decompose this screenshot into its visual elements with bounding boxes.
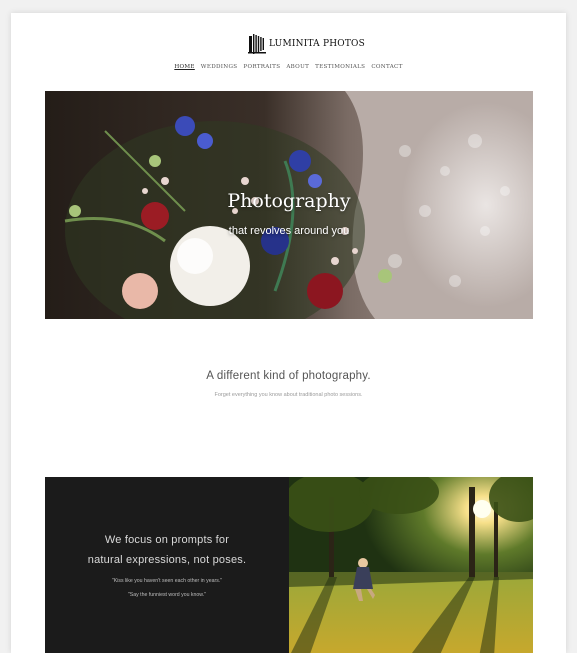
hero-subtitle: that revolves around you (228, 225, 350, 237)
park-photo-image (289, 477, 533, 653)
hero-banner: Photography that revolves around you (45, 91, 533, 319)
nav-item-about[interactable]: ABOUT (286, 64, 309, 70)
nav-item-weddings[interactable]: WEDDINGS (201, 64, 238, 70)
intro-title: A different kind of photography. (206, 370, 371, 382)
focus-panel: We focus on prompts for natural expressi… (45, 477, 289, 653)
hero-title: Photography (227, 190, 351, 212)
focus-heading-line1: We focus on prompts for (104, 534, 230, 546)
site-name: Luminita Photos (269, 39, 365, 49)
prompt-quote: "Say the funniest word you know." (127, 592, 207, 598)
nav-item-portraits[interactable]: PORTRAITS (243, 64, 280, 70)
site-logo[interactable]: Luminita Photos (247, 33, 365, 55)
focus-heading-line2: natural expressions, not poses. (87, 554, 247, 566)
nav-item-testimonials[interactable]: TESTIMONIALS (315, 64, 365, 70)
camera-bellows-icon (247, 33, 267, 55)
park-photo (289, 477, 533, 653)
prompt-quote: "Kiss like you haven't seen each other i… (111, 578, 223, 584)
page: Luminita Photos HOME WEDDINGS PORTRAITS … (11, 13, 566, 653)
nav-item-home[interactable]: HOME (174, 64, 194, 70)
nav-item-contact[interactable]: CONTACT (371, 64, 402, 70)
main-nav: HOME WEDDINGS PORTRAITS ABOUT TESTIMONIA… (11, 64, 566, 70)
intro-subtitle: Forget everything you know about traditi… (214, 392, 363, 398)
